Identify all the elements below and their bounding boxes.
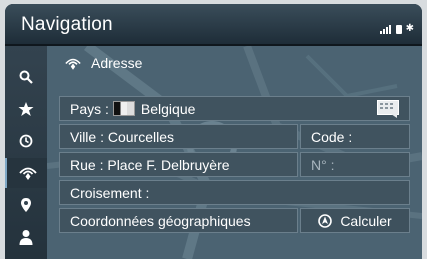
street-field[interactable]: Rue : Place F. Delbruyère (59, 152, 298, 177)
city-field[interactable]: Ville : Courcelles (59, 124, 298, 149)
address-icon[interactable] (5, 158, 49, 188)
contact-icon[interactable] (5, 222, 47, 252)
belgium-flag-icon (112, 101, 135, 116)
coordinates-label: Coordonnées géographiques (70, 212, 251, 229)
postcode-label: Code : (311, 128, 353, 145)
country-field[interactable]: Pays : Belgique (59, 96, 410, 121)
coordinates-button[interactable]: Coordonnées géographiques (59, 208, 298, 233)
country-label: Pays : (70, 100, 109, 117)
star-icon[interactable] (5, 94, 47, 124)
signal-icon (379, 16, 392, 34)
phone-icon (395, 25, 402, 34)
address-icon (65, 58, 81, 70)
city-text: Ville : Courcelles (70, 128, 175, 145)
bluetooth-icon: ✱ (405, 23, 414, 34)
address-panel: Adresse Pays : Belgique Ville : Courcell… (47, 46, 422, 259)
calculate-label: Calculer (340, 212, 392, 229)
address-heading: Adresse (65, 55, 142, 71)
status-icons: ✱ (379, 16, 414, 34)
compass-icon (318, 213, 333, 228)
navigation-screen: Navigation ✱ Adresse Pays: Belgique Vil… (5, 4, 422, 259)
crossing-label: Croisement : (70, 184, 150, 201)
history-icon[interactable] (5, 126, 47, 156)
postcode-field[interactable]: Code : (300, 124, 410, 149)
header-bar: Navigation ✱ (5, 4, 422, 46)
address-heading-label: Adresse (91, 55, 143, 71)
street-text: Rue : Place F. Delbruyère (70, 156, 230, 173)
page-title: Navigation (21, 14, 113, 35)
search-icon[interactable] (5, 62, 47, 92)
sidebar (5, 46, 49, 259)
pin-icon[interactable] (5, 190, 47, 220)
house-number-field[interactable]: N° : (300, 152, 410, 177)
calculate-button[interactable]: Calculer (300, 208, 410, 233)
crossing-field[interactable]: Croisement : (59, 180, 410, 205)
country-value: Belgique (140, 100, 196, 117)
house-number-label: N° : (311, 156, 335, 173)
keyboard-icon[interactable] (377, 100, 399, 118)
